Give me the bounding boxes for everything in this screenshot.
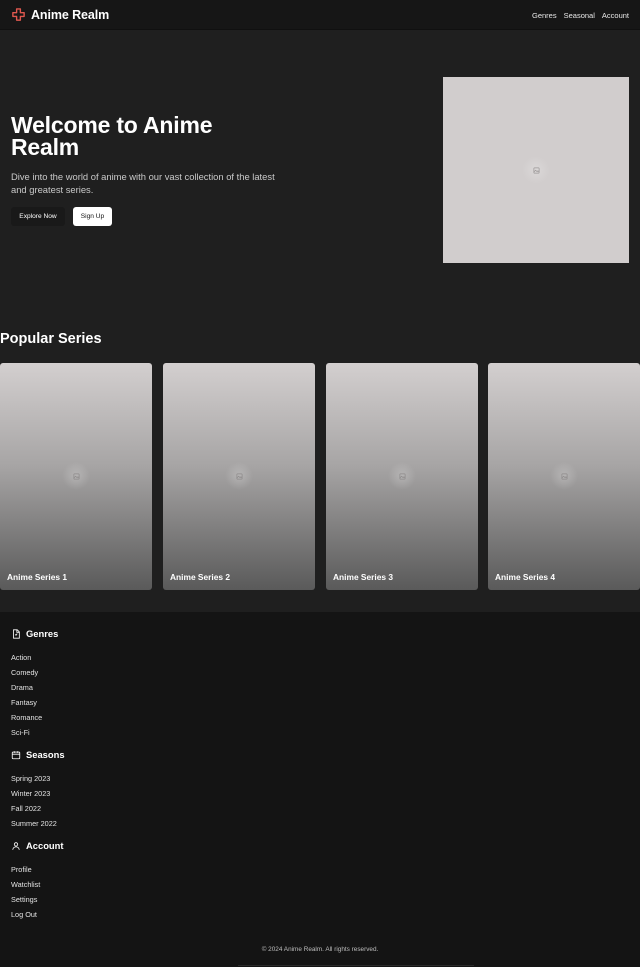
nav-genres-link[interactable]: Genres bbox=[532, 11, 557, 20]
footer-link-log-out[interactable]: Log Out bbox=[11, 910, 37, 919]
footer-link-comedy[interactable]: Comedy bbox=[11, 668, 38, 677]
footer-link-fall-2022[interactable]: Fall 2022 bbox=[11, 804, 41, 813]
footer-seasons-title: Seasons bbox=[26, 749, 65, 760]
image-placeholder-icon bbox=[388, 462, 416, 490]
image-placeholder-icon bbox=[225, 462, 253, 490]
main-nav: Genres Seasonal Account bbox=[525, 11, 629, 20]
footer-genres-title: Genres bbox=[26, 628, 59, 639]
brand-name: Anime Realm bbox=[31, 7, 110, 22]
explore-now-button[interactable]: Explore Now bbox=[11, 207, 65, 226]
footer-link-winter-2023[interactable]: Winter 2023 bbox=[11, 789, 50, 798]
series-card-title: Anime Series 4 bbox=[495, 572, 556, 582]
brand-logo-link[interactable]: Anime Realm bbox=[11, 7, 109, 22]
series-card[interactable]: Anime Series 2 bbox=[163, 363, 315, 590]
footer-link-drama[interactable]: Drama bbox=[11, 683, 33, 692]
footer-link-spring-2023[interactable]: Spring 2023 bbox=[11, 774, 50, 783]
footer bbox=[0, 612, 640, 967]
footer-link-summer-2022[interactable]: Summer 2022 bbox=[11, 819, 57, 828]
calendar-icon bbox=[11, 750, 21, 759]
footer-genres-heading: Genres bbox=[11, 628, 58, 639]
footer-seasons-heading: Seasons bbox=[11, 749, 65, 760]
series-card-title: Anime Series 2 bbox=[170, 572, 231, 582]
image-placeholder-icon bbox=[62, 462, 90, 490]
series-card-title: Anime Series 3 bbox=[333, 572, 394, 582]
hero-image-placeholder bbox=[443, 77, 629, 263]
popular-series-heading: Popular Series bbox=[0, 331, 102, 347]
series-card[interactable]: Anime Series 3 bbox=[326, 363, 478, 590]
user-icon bbox=[12, 841, 20, 850]
image-placeholder-icon bbox=[550, 462, 578, 490]
footer-link-fantasy[interactable]: Fantasy bbox=[11, 698, 37, 707]
series-card-title: Anime Series 1 bbox=[7, 572, 68, 582]
footer-account-title: Account bbox=[26, 840, 64, 851]
sign-up-button[interactable]: Sign Up bbox=[73, 207, 112, 226]
copyright-text: © 2024 Anime Realm. All rights reserved. bbox=[261, 946, 379, 953]
footer-link-sci-fi[interactable]: Sci-Fi bbox=[11, 728, 30, 737]
footer-link-watchlist[interactable]: Watchlist bbox=[11, 880, 40, 889]
document-icon bbox=[13, 628, 20, 639]
footer-link-settings[interactable]: Settings bbox=[11, 895, 37, 904]
nav-seasonal-link[interactable]: Seasonal bbox=[564, 11, 595, 20]
footer-link-profile[interactable]: Profile bbox=[11, 865, 32, 874]
nav-account-link[interactable]: Account bbox=[602, 11, 629, 20]
footer-link-romance[interactable]: Romance bbox=[11, 713, 42, 722]
brand-cross-icon bbox=[12, 8, 25, 21]
image-placeholder-icon bbox=[522, 156, 550, 184]
footer-link-action[interactable]: Action bbox=[11, 653, 31, 662]
hero-description: Dive into the world of anime with our va… bbox=[11, 171, 275, 195]
top-navigation-bar: Anime Realm Genres Seasonal Account bbox=[0, 0, 640, 30]
series-card[interactable]: Anime Series 1 bbox=[0, 363, 152, 590]
footer-divider bbox=[238, 965, 474, 966]
series-card[interactable]: Anime Series 4 bbox=[488, 363, 640, 590]
footer-account-heading: Account bbox=[11, 840, 64, 851]
hero-title: Welcome to Anime Realm bbox=[11, 112, 213, 160]
